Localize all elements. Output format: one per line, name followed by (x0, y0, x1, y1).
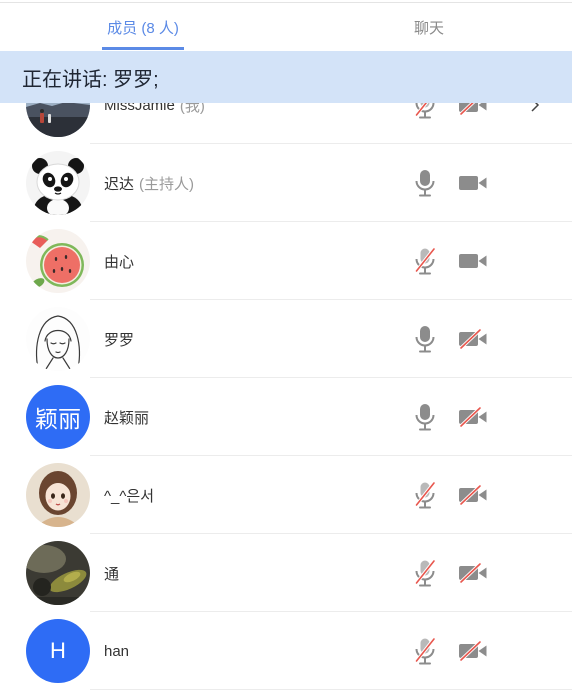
member-name: 迟达 (104, 175, 135, 193)
tab-chat[interactable]: 聊天 (286, 3, 572, 51)
member-name: 由心 (104, 253, 135, 271)
avatar-initials: H (50, 638, 66, 663)
speaking-banner-text: 正在讲话: 罗罗; (22, 68, 159, 91)
microphone-off-icon (414, 247, 436, 275)
line-drawing-girl (26, 307, 90, 371)
active-tab-indicator (102, 47, 184, 50)
member-role-tag: (主持人) (139, 175, 195, 193)
member-row[interactable]: H han (0, 612, 572, 690)
member-row[interactable]: 罗罗 (0, 300, 572, 378)
member-row[interactable]: 颖丽 赵颖丽 (0, 378, 572, 456)
tab-bar: 成员 (8 人) 聊天 (0, 3, 572, 51)
cartoon-girl (26, 463, 90, 527)
member-name-cell: 由心 (104, 222, 134, 300)
video-camera-off-icon (458, 563, 488, 583)
video-camera-off-icon (458, 641, 488, 661)
member-name: 罗罗 (104, 331, 135, 349)
member-name-cell: ^_^은서 (104, 456, 154, 534)
microphone-icon (414, 325, 436, 353)
member-list[interactable]: MissJamie (我) 迟达 (主持人) 由心 罗罗 颖丽 赵颖丽 ^_^은… (0, 66, 572, 690)
member-avatar (26, 229, 90, 293)
speaking-banner: 正在讲话: 罗罗; (0, 51, 572, 103)
member-row[interactable]: 迟达 (主持人) (0, 144, 572, 222)
avatar-initials: 颖丽 (35, 406, 81, 432)
panda-picture (26, 151, 90, 215)
member-row[interactable]: ^_^은서 (0, 456, 572, 534)
video-camera-off-icon (458, 485, 488, 505)
member-name: han (104, 642, 130, 660)
member-name-cell: 通 (104, 534, 119, 612)
member-name-cell: 迟达 (主持人) (104, 144, 194, 222)
video-camera-off-icon (458, 329, 488, 349)
member-avatar: 颖丽 (26, 385, 90, 449)
tab-members[interactable]: 成员 (8 人) (0, 3, 286, 51)
member-avatar (26, 541, 90, 605)
member-name-cell: han (104, 612, 129, 690)
video-camera-icon (458, 251, 488, 271)
watermelon-picture (26, 229, 90, 293)
member-name-cell: 罗罗 (104, 300, 134, 378)
microphone-off-icon (414, 559, 436, 587)
member-avatar (26, 151, 90, 215)
member-name-cell: 赵颖丽 (104, 378, 149, 456)
video-camera-off-icon (458, 407, 488, 427)
member-name: ^_^은서 (104, 487, 155, 505)
member-avatar (26, 463, 90, 527)
member-avatar: H (26, 619, 90, 683)
member-name: 通 (104, 565, 120, 583)
member-row[interactable]: 由心 (0, 222, 572, 300)
microphone-off-icon (414, 637, 436, 665)
microphone-icon (414, 403, 436, 431)
member-name: 赵颖丽 (104, 409, 150, 427)
video-camera-icon (458, 173, 488, 193)
microphone-icon (414, 169, 436, 197)
member-row[interactable]: 通 (0, 534, 572, 612)
member-avatar (26, 307, 90, 371)
microphone-off-icon (414, 481, 436, 509)
dark-photo (26, 541, 90, 605)
